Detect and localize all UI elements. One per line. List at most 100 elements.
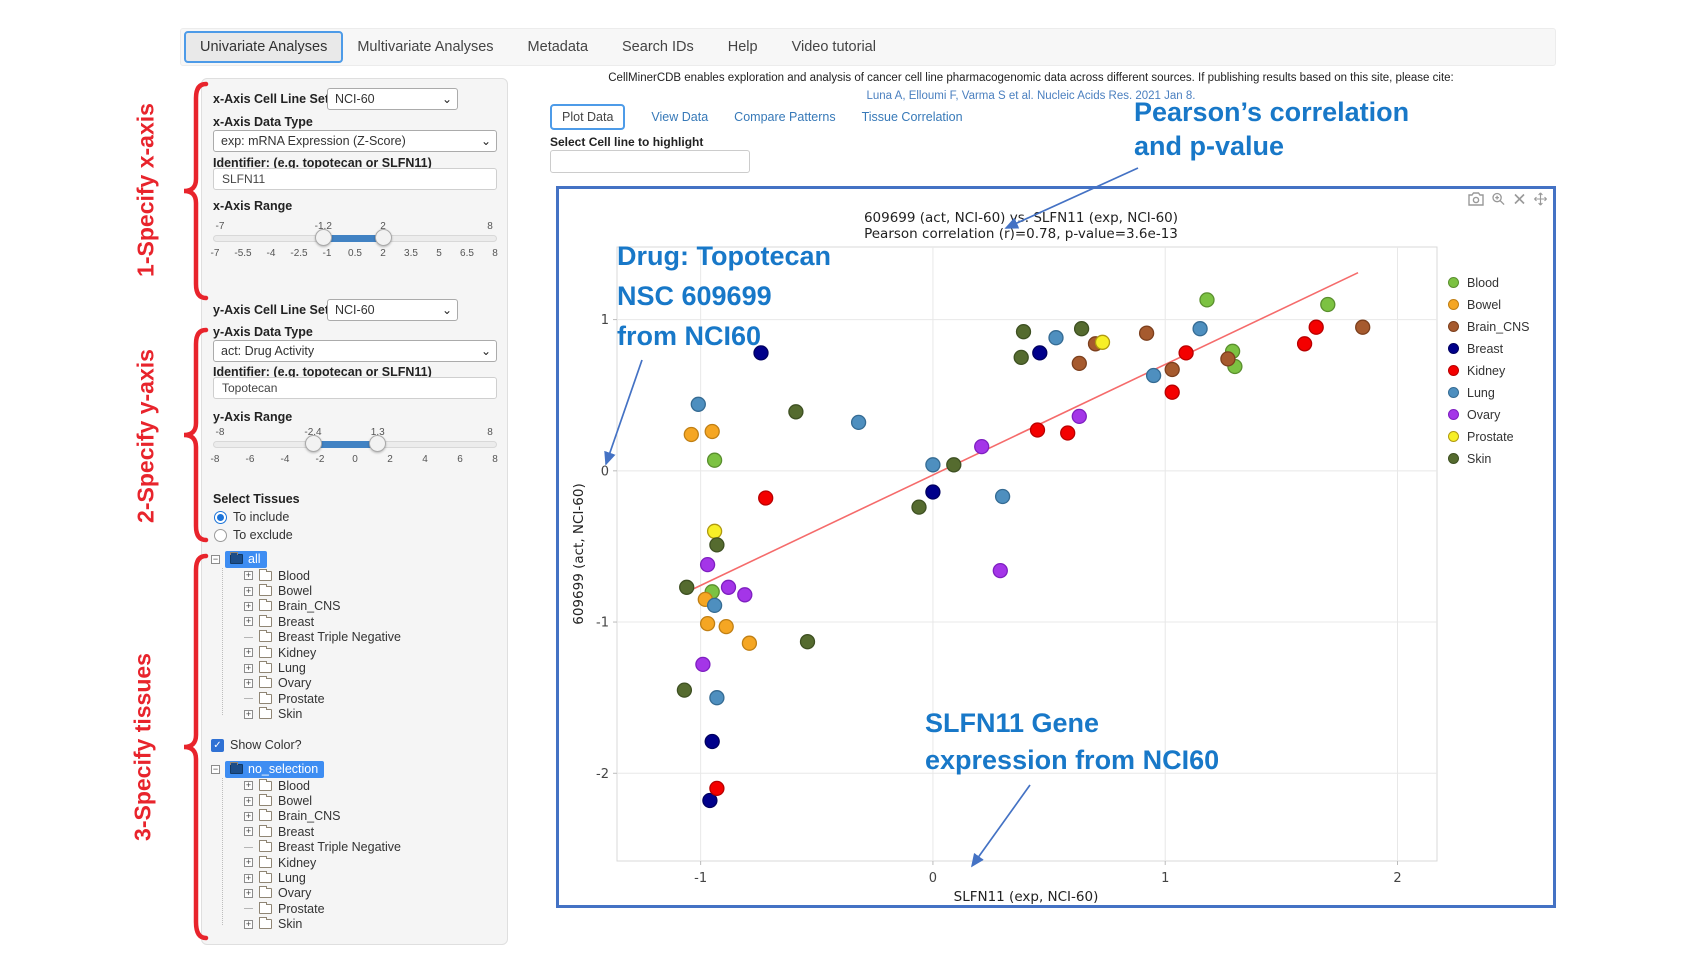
point-ovary[interactable] <box>993 564 1007 578</box>
legend-item-lung[interactable]: Lung <box>1448 386 1530 399</box>
tissue-no-selection-item-breast-triple-negative[interactable]: Breast Triple Negative <box>244 840 401 855</box>
subtab-view-data[interactable]: View Data <box>651 110 708 124</box>
tissue-no-selection-item-skin[interactable]: +Skin <box>244 917 401 932</box>
point-skin[interactable] <box>912 500 926 514</box>
tissue-include-item-kidney[interactable]: +Kidney <box>244 645 401 660</box>
point-skin[interactable] <box>710 538 724 552</box>
tab-video-tutorial[interactable]: Video tutorial <box>790 32 878 62</box>
legend-item-bowel[interactable]: Bowel <box>1448 298 1530 311</box>
point-blood[interactable] <box>1321 298 1335 312</box>
legend-item-skin[interactable]: Skin <box>1448 452 1530 465</box>
subtab-tissue-correlation[interactable]: Tissue Correlation <box>862 110 963 124</box>
tissue-no-selection-item-kidney[interactable]: +Kidney <box>244 855 401 870</box>
point-blood[interactable] <box>1200 293 1214 307</box>
expand-icon[interactable]: + <box>244 617 253 626</box>
legend-item-ovary[interactable]: Ovary <box>1448 408 1530 421</box>
x-range-slider[interactable]: -7-1.228-7-5.5-4-2.5-10.523.556.58 <box>213 221 497 263</box>
tissue-no-selection-item-bowel[interactable]: +Bowel <box>244 793 401 808</box>
point-kidney[interactable] <box>1031 423 1045 437</box>
legend-item-prostate[interactable]: Prostate <box>1448 430 1530 443</box>
legend-item-brain-cns[interactable]: Brain_CNS <box>1448 320 1530 333</box>
x-cell-line-set-select[interactable]: NCI-60 ⌄ <box>327 88 458 110</box>
point-lung[interactable] <box>1147 369 1161 383</box>
point-ovary[interactable] <box>975 440 989 454</box>
show-color-checkbox[interactable]: ✓ Show Color? <box>211 738 302 752</box>
x-identifier-input[interactable] <box>213 168 497 190</box>
expand-icon[interactable]: + <box>244 797 253 806</box>
point-lung[interactable] <box>710 691 724 705</box>
point-kidney[interactable] <box>1298 337 1312 351</box>
expand-icon[interactable]: + <box>244 812 253 821</box>
pan-icon[interactable] <box>1533 192 1548 206</box>
point-ovary[interactable] <box>722 580 736 594</box>
y-range-slider-handle-low[interactable] <box>305 435 322 452</box>
point-kidney[interactable] <box>1061 426 1075 440</box>
point-skin[interactable] <box>1075 322 1089 336</box>
point-kidney[interactable] <box>759 491 773 505</box>
point-kidney[interactable] <box>1309 320 1323 334</box>
tissue-include-item-prostate[interactable]: Prostate <box>244 691 401 706</box>
point-brain-cns[interactable] <box>1165 363 1179 377</box>
tissue-include-item-breast-triple-negative[interactable]: Breast Triple Negative <box>244 630 401 645</box>
point-skin[interactable] <box>1017 325 1031 339</box>
tissue-no-selection-item-blood[interactable]: +Blood <box>244 778 401 793</box>
y-range-slider-handle-high[interactable] <box>369 435 386 452</box>
tissue-include-item-ovary[interactable]: +Ovary <box>244 676 401 691</box>
point-brain-cns[interactable] <box>1072 356 1086 370</box>
point-kidney[interactable] <box>1165 385 1179 399</box>
point-prostate[interactable] <box>708 524 722 538</box>
tissue-no-selection-item-lung[interactable]: +Lung <box>244 870 401 885</box>
point-lung[interactable] <box>1049 331 1063 345</box>
point-skin[interactable] <box>677 683 691 697</box>
tissue-no-selection-root[interactable]: −no_selection <box>211 760 401 778</box>
point-lung[interactable] <box>852 415 866 429</box>
expand-icon[interactable]: + <box>244 920 253 929</box>
tab-metadata[interactable]: Metadata <box>526 32 590 62</box>
tissue-include-item-blood[interactable]: +Blood <box>244 568 401 583</box>
tissue-no-selection-item-prostate[interactable]: Prostate <box>244 901 401 916</box>
subtab-plot-data[interactable]: Plot Data <box>550 104 625 130</box>
point-ovary[interactable] <box>738 588 752 602</box>
expand-icon[interactable]: + <box>244 827 253 836</box>
tissue-no-selection-item-breast[interactable]: +Breast <box>244 824 401 839</box>
point-bowel[interactable] <box>701 617 715 631</box>
legend-item-blood[interactable]: Blood <box>1448 276 1530 289</box>
tab-help[interactable]: Help <box>726 32 760 62</box>
point-lung[interactable] <box>691 397 705 411</box>
tissue-include-item-lung[interactable]: +Lung <box>244 660 401 675</box>
point-skin[interactable] <box>947 458 961 472</box>
point-ovary[interactable] <box>1072 409 1086 423</box>
close-icon[interactable] <box>1513 192 1526 206</box>
point-breast[interactable] <box>926 485 940 499</box>
point-breast[interactable] <box>1033 346 1047 360</box>
point-brain-cns[interactable] <box>1140 326 1154 340</box>
point-lung[interactable] <box>1193 322 1207 336</box>
point-bowel[interactable] <box>742 636 756 650</box>
tissue-include-item-bowel[interactable]: +Bowel <box>244 583 401 598</box>
legend-item-kidney[interactable]: Kidney <box>1448 364 1530 377</box>
point-skin[interactable] <box>789 405 803 419</box>
point-lung[interactable] <box>926 458 940 472</box>
zoom-in-icon[interactable] <box>1491 192 1506 206</box>
collapse-icon[interactable]: − <box>211 765 220 774</box>
x-data-type-select[interactable]: exp: mRNA Expression (Z-Score) ⌄ <box>213 130 497 152</box>
point-skin[interactable] <box>801 635 815 649</box>
point-breast[interactable] <box>705 735 719 749</box>
tissue-include-root-chip[interactable]: all <box>225 551 267 568</box>
expand-icon[interactable]: + <box>244 874 253 883</box>
point-ovary[interactable] <box>701 558 715 572</box>
point-lung[interactable] <box>996 490 1010 504</box>
point-ovary[interactable] <box>696 657 710 671</box>
expand-icon[interactable]: + <box>244 571 253 580</box>
expand-icon[interactable]: + <box>244 648 253 657</box>
tissue-include-item-skin[interactable]: +Skin <box>244 707 401 722</box>
expand-icon[interactable]: + <box>244 602 253 611</box>
tissue-no-selection-item-ovary[interactable]: +Ovary <box>244 886 401 901</box>
point-bowel[interactable] <box>684 428 698 442</box>
point-kidney[interactable] <box>710 781 724 795</box>
point-blood[interactable] <box>708 453 722 467</box>
collapse-icon[interactable]: − <box>211 555 220 564</box>
y-range-slider[interactable]: -8-2.41.38-8-6-4-202468 <box>213 427 497 469</box>
tissue-include-item-brain-cns[interactable]: +Brain_CNS <box>244 599 401 614</box>
expand-icon[interactable]: + <box>244 710 253 719</box>
